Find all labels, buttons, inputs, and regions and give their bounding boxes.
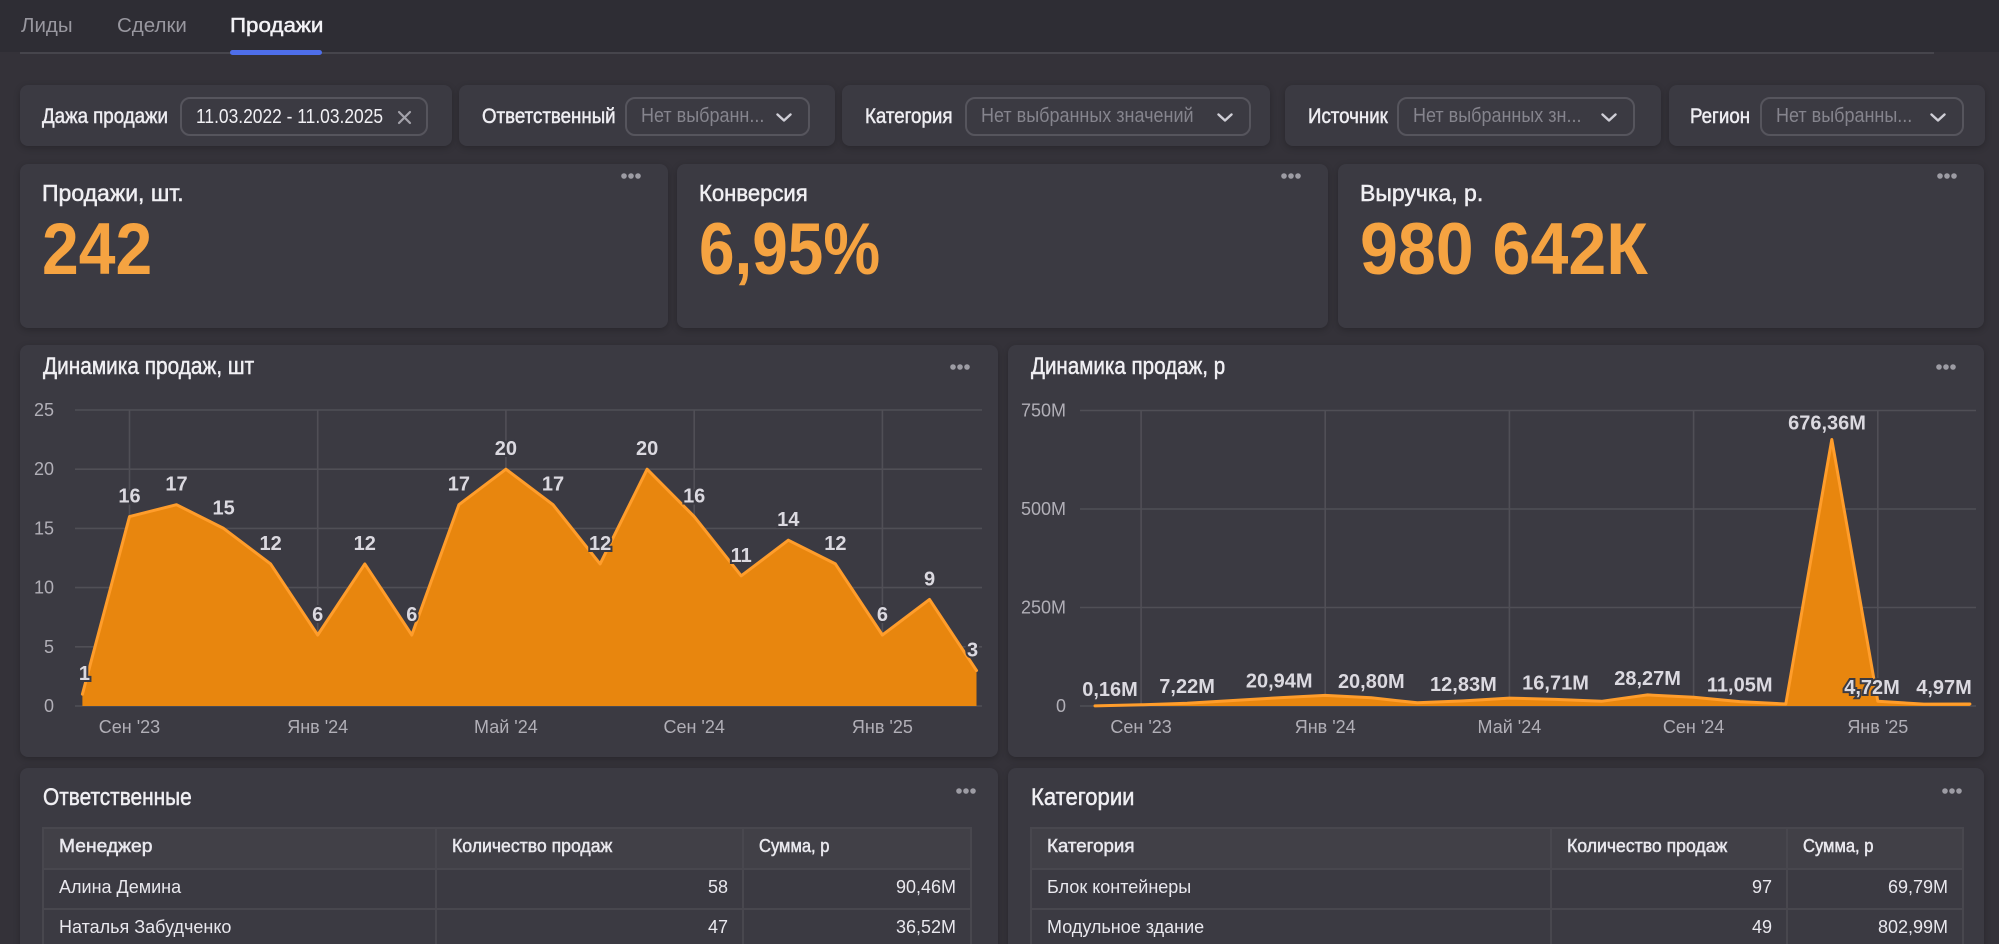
- svg-text:15: 15: [212, 497, 234, 519]
- svg-text:676,36М: 676,36М: [1788, 413, 1866, 435]
- svg-text:25: 25: [34, 400, 54, 420]
- svg-text:5: 5: [44, 637, 54, 657]
- svg-text:6: 6: [406, 604, 417, 626]
- svg-text:Сен '24: Сен '24: [663, 717, 724, 737]
- svg-text:Янв '24: Янв '24: [1295, 717, 1356, 737]
- svg-text:Янв '25: Янв '25: [1847, 717, 1908, 737]
- svg-text:Сен '23: Сен '23: [1110, 717, 1171, 737]
- svg-text:11,05М: 11,05М: [1707, 675, 1773, 697]
- svg-text:20: 20: [636, 438, 658, 460]
- svg-text:16: 16: [683, 486, 705, 508]
- svg-text:16,71М: 16,71М: [1522, 672, 1589, 694]
- svg-text:Сен '24: Сен '24: [1663, 717, 1724, 737]
- svg-text:Сен '23: Сен '23: [99, 717, 160, 737]
- svg-text:7,22М: 7,22М: [1159, 676, 1215, 698]
- svg-text:15: 15: [34, 518, 54, 538]
- svg-text:Янв '25: Янв '25: [852, 717, 913, 737]
- svg-text:14: 14: [777, 509, 800, 531]
- svg-text:3: 3: [967, 640, 978, 662]
- svg-text:12: 12: [589, 533, 611, 555]
- svg-text:20,94М: 20,94М: [1246, 671, 1313, 693]
- svg-text:Май '24: Май '24: [1478, 717, 1542, 737]
- svg-text:12: 12: [259, 533, 281, 555]
- svg-text:4,72М: 4,72М: [1844, 677, 1900, 699]
- svg-text:0: 0: [1056, 696, 1066, 716]
- svg-text:500М: 500М: [1021, 499, 1066, 519]
- svg-text:0: 0: [44, 696, 54, 716]
- svg-text:12,83М: 12,83М: [1430, 674, 1497, 696]
- svg-text:12: 12: [354, 533, 376, 555]
- svg-text:17: 17: [165, 474, 187, 496]
- svg-text:4,97М: 4,97М: [1916, 677, 1972, 699]
- svg-text:20: 20: [34, 459, 54, 479]
- svg-text:17: 17: [448, 474, 470, 496]
- svg-text:17: 17: [542, 474, 564, 496]
- svg-text:20: 20: [495, 438, 517, 460]
- svg-text:Май '24: Май '24: [474, 717, 538, 737]
- svg-text:1: 1: [79, 663, 90, 685]
- svg-text:10: 10: [34, 578, 54, 598]
- svg-text:28,27М: 28,27М: [1614, 668, 1681, 690]
- svg-text:11: 11: [731, 545, 752, 567]
- svg-text:20,80М: 20,80М: [1338, 671, 1405, 693]
- svg-text:750М: 750М: [1021, 401, 1066, 421]
- svg-text:9: 9: [924, 568, 935, 590]
- svg-text:12: 12: [824, 533, 846, 555]
- svg-text:16: 16: [118, 486, 140, 508]
- svg-text:6: 6: [877, 604, 888, 626]
- svg-text:0,16М: 0,16М: [1082, 679, 1138, 701]
- svg-text:250М: 250М: [1021, 598, 1066, 618]
- svg-text:6: 6: [312, 604, 323, 626]
- svg-text:Янв '24: Янв '24: [287, 717, 348, 737]
